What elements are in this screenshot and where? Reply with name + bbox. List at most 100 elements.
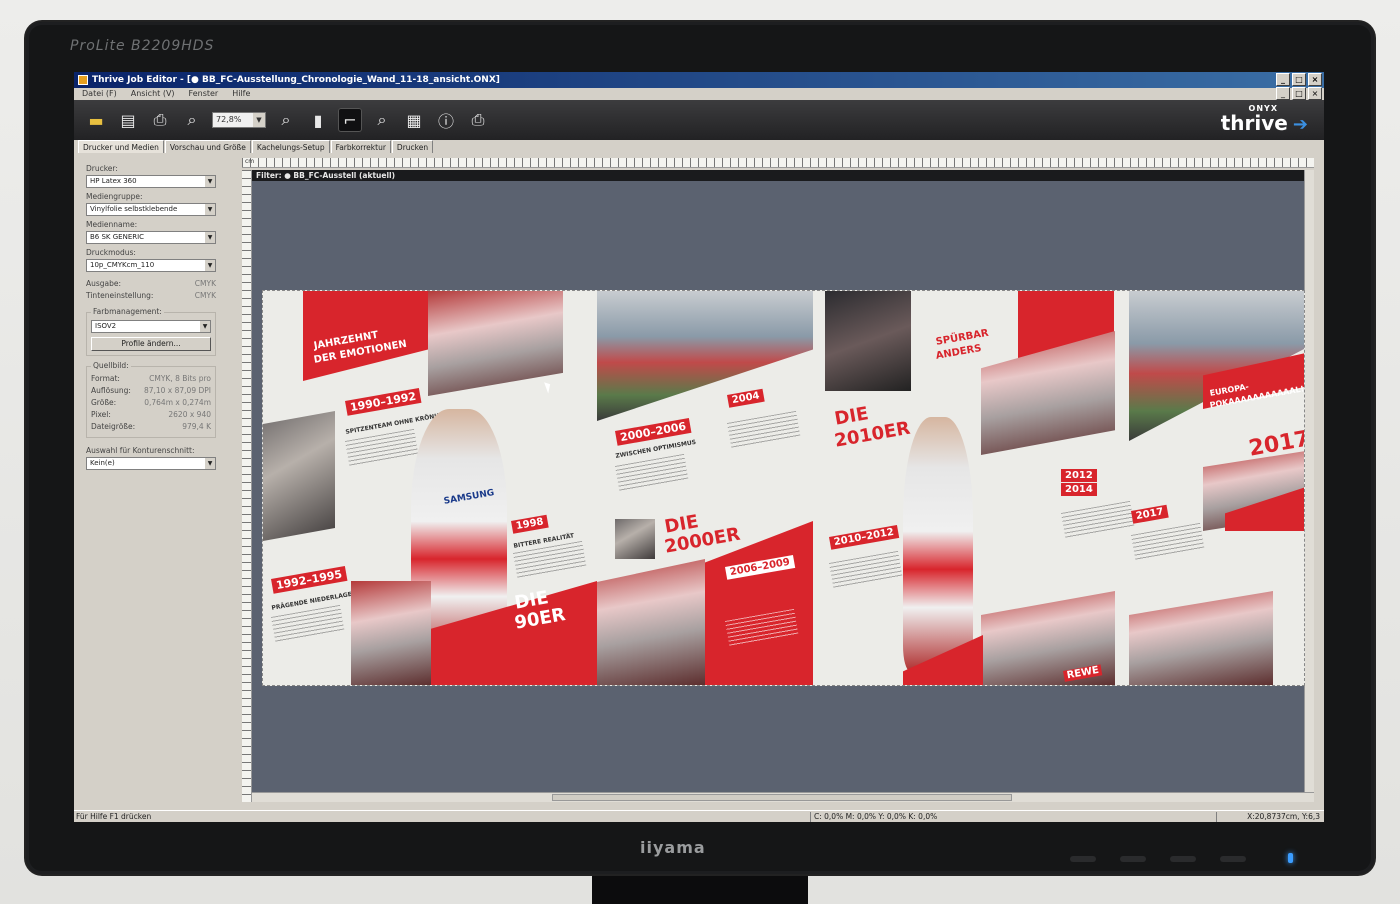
chevron-down-icon[interactable]: ▼ [205,204,215,215]
mediengruppe-value: Vinylfolie selbstklebende [90,205,178,213]
chevron-down-icon[interactable]: ▼ [200,321,210,332]
poster-photo [981,331,1115,455]
ausgabe-value: CMYK [194,279,216,288]
zoom-icon[interactable]: ⌕ [180,108,204,132]
filter-bar: Filter: ● BB_FC-Ausstell (aktuell) [252,170,1314,181]
magnifier-icon[interactable]: ⌕ [370,108,394,132]
druckmodus-label: Druckmodus: [86,248,136,257]
monitor-brand-logo: iiyama [640,838,706,857]
status-bar: Für Hilfe F1 drücken C: 0,0% M: 0,0% Y: … [74,810,1324,822]
drucker-select[interactable]: HP Latex 360 ▼ [86,175,216,188]
tab-kachelungs-setup[interactable]: Kachelungs-Setup [251,140,330,153]
chevron-down-icon[interactable]: ▼ [205,176,215,187]
poster-badge: 1992–1995 [271,566,348,594]
poster-photo [597,559,705,685]
poster-text-lines [727,410,801,449]
poster-badge: 2014 [1061,483,1097,496]
grid-icon[interactable]: ▦ [402,108,426,132]
monitor-button[interactable] [1120,856,1146,862]
vertical-scrollbar[interactable] [1304,170,1314,802]
poster-text-lines [615,453,689,492]
poster-photo [428,291,563,396]
aufloesung-value: 87,10 x 87,09 DPI [143,386,211,395]
info-icon[interactable]: ⓘ [434,108,458,132]
horizontal-scrollbar[interactable] [252,792,1314,802]
menu-ansicht[interactable]: Ansicht (V) [131,88,175,100]
medienname-label: Medienname: [86,220,138,229]
power-led-icon [1288,853,1293,863]
druckmodus-value: 10p_CMYKcm_110 [90,261,155,269]
poster-player-figure [903,417,973,671]
menu-fenster[interactable]: Fenster [189,88,219,100]
zoom-select[interactable]: 72,8% ▼ [212,112,266,128]
poster-text: SPÜRBAR [935,327,990,348]
groesse-value: 0,764m x 0,274m [144,398,211,407]
farbmanagement-select[interactable]: ISOV2 ▼ [91,320,211,333]
poster-badge: 2012 [1061,469,1097,482]
ruler-unit: cm [245,158,255,165]
arrow-right-icon: ➔ [1292,114,1308,135]
format-label: Format: [91,374,120,383]
settings-tabs: Drucker und Medien Vorschau und Größe Ka… [78,140,434,153]
toolbar: ▬ ▤ ⎙ ⌕ 72,8% ▼ ⌕ ▮ ⌐ ⌕ ▦ ⓘ ⎙ ONYX thriv… [74,100,1324,140]
poster-photo [825,291,911,391]
doc-maximize-button[interactable]: □ [1292,87,1306,100]
medienname-value: B6 SK GENERIC [90,233,145,241]
tab-drucken[interactable]: Drucken [391,140,434,153]
scrollbar-thumb[interactable] [552,794,1012,801]
monitor-button[interactable] [1170,856,1196,862]
onyx-thrive-logo: ONYX thrive ➔ [1221,104,1308,135]
open-folder-icon[interactable]: ▬ [84,108,108,132]
save-icon[interactable]: ▤ [116,108,140,132]
monitor-button[interactable] [1070,856,1096,862]
tab-drucker-und-medien[interactable]: Drucker und Medien [78,140,164,153]
status-color-values: C: 0,0% M: 0,0% Y: 0,0% K: 0,0% [814,812,938,821]
bookmark-icon[interactable]: ▮ [306,108,330,132]
pixel-label: Pixel: [91,410,111,419]
status-help-text: Für Hilfe F1 drücken [76,812,152,821]
kontur-select[interactable]: Kein(e) ▼ [86,457,216,470]
druckmodus-select[interactable]: 10p_CMYKcm_110 ▼ [86,259,216,272]
tinten-label: Tinteneinstellung: [86,291,154,300]
chevron-down-icon[interactable]: ▼ [205,260,215,271]
status-divider [810,812,811,822]
menu-datei[interactable]: Datei (F) [82,88,117,100]
kontur-value: Kein(e) [90,459,115,467]
profile-aendern-button[interactable]: Profile ändern... [91,337,211,351]
maximize-button[interactable]: □ [1292,73,1306,86]
quellbild-title: Quellbild: [91,361,131,370]
tinten-row: Tinteneinstellung: CMYK [86,290,216,302]
menu-hilfe[interactable]: Hilfe [232,88,250,100]
application-screen: Thrive Job Editor - [● BB_FC-Ausstellung… [74,72,1324,822]
farbmanagement-value: ISOV2 [95,322,117,330]
doc-close-button[interactable]: × [1308,87,1322,100]
farbmanagement-title: Farbmanagement: [91,307,164,316]
printer-icon[interactable]: ⎙ [466,108,490,132]
ausgabe-row: Ausgabe: CMYK [86,278,216,290]
poster-text-lines [345,428,419,467]
tab-vorschau-und-groesse[interactable]: Vorschau und Größe [164,140,251,153]
monitor-button[interactable] [1220,856,1246,862]
zoom-in-icon[interactable]: ⌕ [274,108,298,132]
pixel-row: Pixel: 2620 x 940 [91,409,211,421]
poster-photo [263,411,335,541]
chevron-down-icon[interactable]: ▼ [253,113,265,127]
status-divider [1216,812,1217,822]
chevron-down-icon[interactable]: ▼ [205,232,215,243]
chevron-down-icon[interactable]: ▼ [205,458,215,469]
status-coordinates: X:20,8737cm, Y:6,3 [1247,812,1320,821]
crop-icon[interactable]: ⌐ [338,108,362,132]
poster-badge: 1998 [511,514,549,534]
print-icon[interactable]: ⎙ [148,108,172,132]
poster-badge: 1990–1992 [345,388,422,416]
minimize-button[interactable]: _ [1276,73,1290,86]
zoom-value: 72,8% [216,115,242,124]
mediengruppe-select[interactable]: Vinylfolie selbstklebende ▼ [86,203,216,216]
pixel-value: 2620 x 940 [168,410,211,419]
tab-farbkorrektur[interactable]: Farbkorrektur [330,140,391,153]
medienname-select[interactable]: B6 SK GENERIC ▼ [86,231,216,244]
aufloesung-label: Auflösung: [91,386,131,395]
doc-minimize-button[interactable]: _ [1276,87,1290,100]
close-button[interactable]: × [1308,73,1322,86]
format-row: Format: CMYK, 8 Bits pro [91,373,211,385]
